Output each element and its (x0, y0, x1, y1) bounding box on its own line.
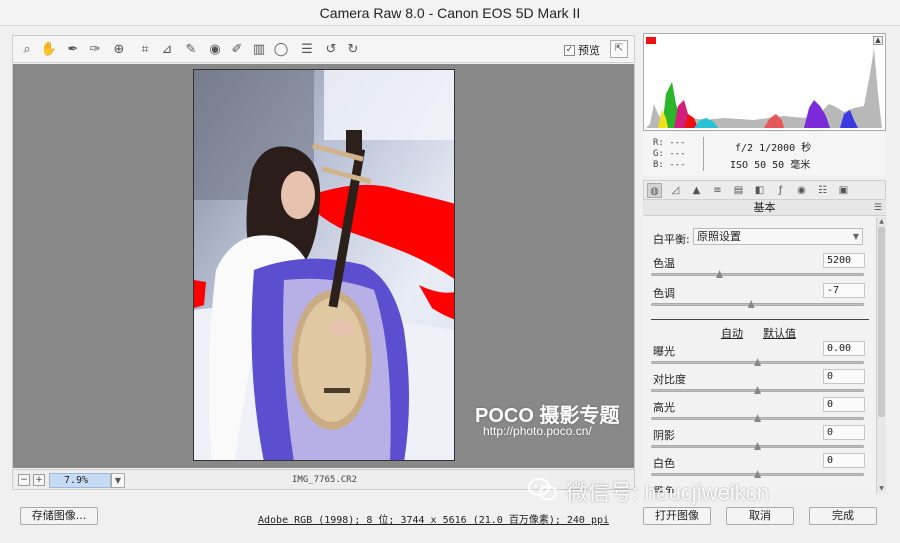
info-divider (703, 137, 704, 171)
exif-aperture-shutter: f/2 1/2000 秒 (735, 143, 812, 154)
tab-lens-icon[interactable]: ◧ (752, 183, 767, 198)
zoom-level-input[interactable]: 7.9% (49, 473, 111, 488)
contrast-value[interactable]: 0 (823, 369, 865, 384)
crop-icon[interactable]: ⌗ (135, 40, 155, 60)
panel-menu-icon[interactable]: ☰ (874, 200, 882, 216)
tab-tone-curve-icon[interactable]: ◿ (668, 183, 683, 198)
highlights-value[interactable]: 0 (823, 397, 865, 412)
photo-illustration: POCO 摄影专题 (194, 70, 454, 460)
tab-basic-icon[interactable]: ◍ (647, 183, 662, 198)
tab-camera-calibration-icon[interactable]: ◉ (794, 183, 809, 198)
temperature-value[interactable]: 5200 (823, 253, 865, 268)
preview-checkbox[interactable]: ✓ (564, 44, 575, 56)
histogram-graph (646, 48, 882, 128)
open-image-button[interactable]: 打开图像 (643, 507, 711, 525)
white-balance-select[interactable]: 原照设置 ▼ (693, 228, 863, 245)
preferences-icon[interactable]: ☰ (297, 40, 317, 60)
temperature-slider[interactable] (651, 270, 864, 278)
white-balance-icon[interactable]: ✒ (63, 40, 83, 60)
target-adjust-icon[interactable]: ⊕ (109, 40, 129, 60)
tint-value[interactable]: -7 (823, 283, 865, 298)
tab-presets-icon[interactable]: ☷ (815, 183, 830, 198)
hand-icon[interactable]: ✋ (39, 40, 59, 60)
scroll-down-icon[interactable]: ▼ (877, 484, 886, 493)
red-eye-icon[interactable]: ◉ (205, 40, 225, 60)
default-button[interactable]: 默认值 (763, 325, 796, 341)
tab-detail-icon[interactable]: ▲ (689, 183, 704, 198)
panel-divider (651, 319, 869, 320)
exposure-label: 曝光 (653, 345, 675, 358)
white-balance-value: 原照设置 (697, 230, 741, 243)
done-button[interactable]: 完成 (809, 507, 877, 525)
section-basic-header: 基本 ☰ (643, 200, 886, 216)
rotate-ccw-icon[interactable]: ↺ (321, 40, 341, 60)
histogram: ▲ (643, 33, 886, 131)
temperature-label: 色温 (653, 257, 675, 270)
tab-hsl-icon[interactable]: ≡ (710, 183, 725, 198)
contrast-slider[interactable] (651, 386, 864, 394)
exposure-slider-thumb[interactable] (754, 358, 761, 366)
section-title: 基本 (753, 201, 776, 214)
tool-bar: ⌕ ✋ ✒ ✑ ⊕ ⌗ ⊿ ✎ ◉ ✐ ▥ ◯ ☰ ↺ ↻ ✓ 预览 ⇱ (12, 35, 635, 63)
wechat-id-watermark: 微信号: houcjiweikcn (566, 480, 769, 505)
scrollbar-thumb[interactable] (878, 227, 885, 417)
highlights-slider[interactable] (651, 414, 864, 422)
exposure-value[interactable]: 0.00 (823, 341, 865, 356)
shadow-clipping-icon[interactable] (646, 37, 656, 44)
tint-label: 色调 (653, 287, 675, 300)
basic-panel: 白平衡: 原照设置 ▼ 色温 5200 色调 -7 自动 默认值 曝光 0.00… (643, 217, 876, 493)
scroll-up-icon[interactable]: ▲ (877, 217, 886, 226)
exif-iso-focal: ISO 50 50 毫米 (730, 160, 811, 171)
tab-split-toning-icon[interactable]: ▤ (731, 183, 746, 198)
fullscreen-icon[interactable]: ⇱ (610, 40, 628, 58)
temperature-slider-thumb[interactable] (716, 270, 724, 278)
tint-slider[interactable] (651, 300, 864, 308)
poco-url-text: http://photo.poco.cn/ (483, 424, 592, 438)
cancel-button[interactable]: 取消 (726, 507, 794, 525)
auto-button[interactable]: 自动 (721, 325, 743, 341)
whites-value[interactable]: 0 (823, 453, 865, 468)
rgb-g-readout: G: --- (653, 149, 686, 159)
rgb-r-readout: R: --- (653, 138, 686, 148)
graduated-filter-icon[interactable]: ▥ (249, 40, 269, 60)
preview-label: 预览 (578, 44, 600, 57)
wechat-logo-icon (528, 478, 557, 501)
panel-tabs: ◍ ◿ ▲ ≡ ▤ ◧ ƒ ◉ ☷ ▣ (643, 180, 886, 200)
chevron-down-icon: ▼ (852, 232, 859, 241)
zoom-icon[interactable]: ⌕ (17, 40, 37, 60)
contrast-slider-thumb[interactable] (754, 386, 761, 394)
radial-filter-icon[interactable]: ◯ (271, 40, 291, 60)
white-balance-label: 白平衡: (653, 233, 690, 246)
tab-effects-icon[interactable]: ƒ (773, 183, 788, 198)
save-image-button[interactable]: 存储图像... (20, 507, 98, 525)
chevron-down-icon[interactable]: ▼ (111, 473, 125, 488)
zoom-in-button[interactable]: + (33, 474, 45, 486)
window-title: Camera Raw 8.0 - Canon EOS 5D Mark II (0, 0, 900, 26)
straighten-icon[interactable]: ⊿ (157, 40, 177, 60)
shadows-slider-thumb[interactable] (754, 442, 761, 450)
highlight-clipping-icon[interactable]: ▲ (873, 36, 883, 45)
highlights-label: 高光 (653, 401, 675, 414)
highlights-slider-thumb[interactable] (754, 414, 761, 422)
whites-label: 白色 (653, 457, 675, 470)
preview-toggle[interactable]: ✓ 预览 (564, 42, 600, 58)
panel-scrollbar[interactable]: ▲ ▼ (876, 217, 886, 493)
contrast-label: 对比度 (653, 373, 686, 386)
photo-preview: POCO 摄影专题 (193, 69, 455, 461)
info-panel: R: --- G: --- B: --- f/2 1/2000 秒 ISO 50… (643, 132, 886, 176)
shadows-slider[interactable] (651, 442, 864, 450)
rgb-b-readout: B: --- (653, 160, 686, 170)
rotate-cw-icon[interactable]: ↻ (343, 40, 363, 60)
tab-snapshots-icon[interactable]: ▣ (836, 183, 851, 198)
exposure-slider[interactable] (651, 358, 864, 366)
image-preview-area[interactable]: POCO 摄影专题 POCO 摄影专题 http://photo.poco.cn… (12, 64, 635, 468)
shadows-value[interactable]: 0 (823, 425, 865, 440)
color-sampler-icon[interactable]: ✑ (85, 40, 105, 60)
tint-slider-thumb[interactable] (747, 300, 755, 308)
shadows-label: 阴影 (653, 429, 675, 442)
spot-removal-icon[interactable]: ✎ (181, 40, 201, 60)
adjustment-brush-icon[interactable]: ✐ (227, 40, 247, 60)
workflow-options-link[interactable]: Adobe RGB (1998); 8 位; 3744 x 5616 (21.0… (258, 511, 609, 526)
zoom-out-button[interactable]: − (18, 474, 30, 486)
